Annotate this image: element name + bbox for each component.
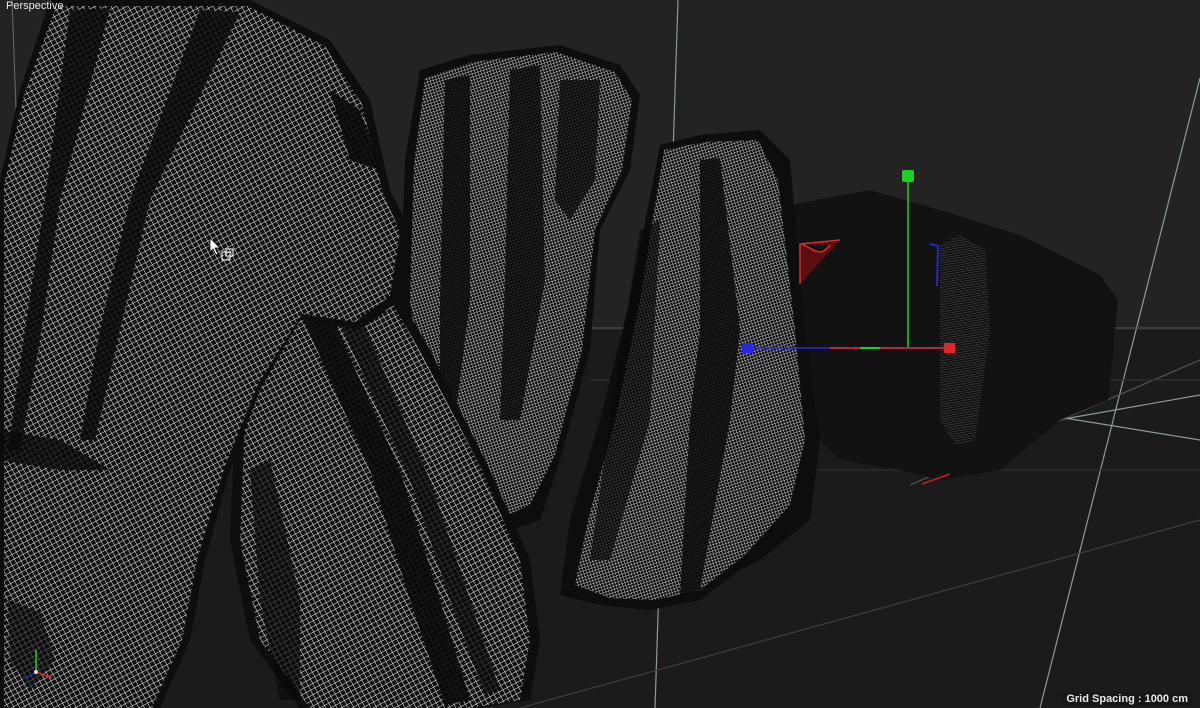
perspective-viewport[interactable]: Perspective Grid Spacing : 1000 cm — [0, 0, 1200, 708]
grid-spacing-readout: Grid Spacing : 1000 cm — [1062, 692, 1192, 706]
viewport-scene[interactable] — [0, 0, 1200, 708]
axis-orientation-icon — [25, 650, 53, 679]
y-axis-handle[interactable] — [902, 170, 914, 182]
viewport-label[interactable]: Perspective — [4, 0, 65, 13]
x-axis-handle[interactable] — [944, 343, 955, 353]
z-axis-handle[interactable] — [742, 343, 753, 353]
